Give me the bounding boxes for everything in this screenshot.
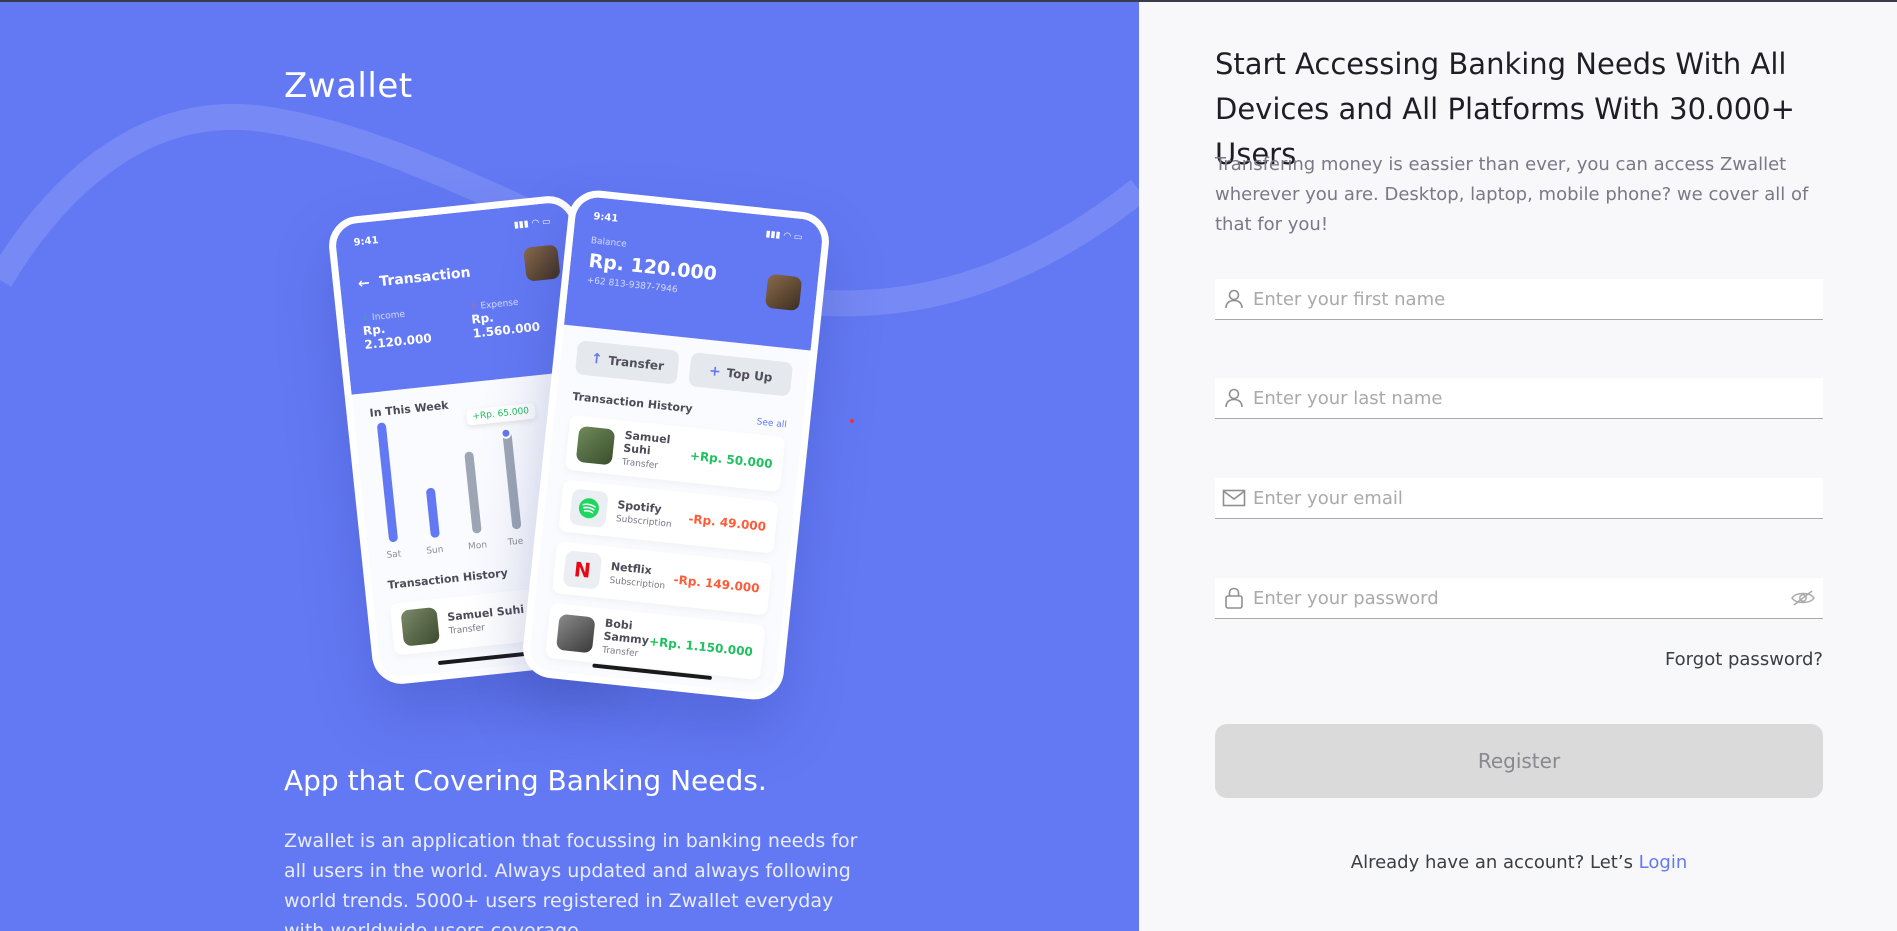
transaction-meta: Bobi Sammy Transfer — [602, 617, 652, 661]
list-item: Samuel Suhi Transfer +Rp. 50.000 — [564, 414, 786, 493]
transfer-label: Transfer — [607, 353, 665, 374]
chart-bar — [464, 451, 482, 534]
transaction-name: Bobi Sammy — [602, 616, 650, 648]
phone-title-text: Transaction — [378, 264, 472, 291]
topup-label: Top Up — [725, 365, 774, 385]
email-field — [1215, 478, 1823, 519]
income-block: ↓ Income Rp. 2.120.000 — [361, 305, 455, 352]
transaction-amount: +Rp. 1.150.000 — [648, 633, 754, 659]
avatar — [556, 613, 596, 653]
history-title: Transaction History — [571, 389, 694, 416]
transaction-meta: Spotify Subscription — [615, 498, 689, 531]
login-prompt: Already have an account? Let’s Login — [1215, 852, 1823, 873]
signal-icon: ▮▮▮ ◠ ▭ — [513, 216, 552, 231]
register-description: Transfering money is eassier than ever, … — [1215, 154, 1809, 235]
list-item: Spotify Subscription -Rp. 49.000 — [558, 479, 779, 554]
transaction-amount: +Rp. 50.000 — [689, 448, 774, 471]
first-name-field — [1215, 279, 1823, 320]
transaction-name: Samuel Suhi — [622, 428, 672, 458]
spotify-icon — [569, 488, 609, 529]
chart-bar — [502, 431, 522, 530]
transaction-meta: Samuel Suhi Transfer — [621, 429, 692, 475]
phone-header: 9:41 ▮▮▮ ◠ ▭ Balance Rp. 120.000 +62 813… — [563, 195, 825, 351]
register-button[interactable]: Register — [1215, 724, 1823, 798]
chart-day-label: Mon — [467, 540, 488, 553]
action-buttons: ↑ Transfer + Top Up — [574, 340, 794, 397]
phone-header: 9:41 ▮▮▮ ◠ ▭ ← Transaction ↓ Income Rp. … — [333, 200, 587, 395]
transaction-amount: -Rp. 149.000 — [672, 572, 761, 596]
top-border — [0, 0, 1897, 2]
lock-icon — [1215, 586, 1253, 610]
brand-logo: Zwallet — [284, 66, 413, 106]
login-prompt-text: Already have an account? Let’s — [1350, 852, 1639, 873]
list-item: Bobi Sammy Transfer +Rp. 1.150.000 — [545, 602, 766, 681]
list-item: N Netflix Subscription -Rp. 149.000 — [551, 541, 773, 616]
avatar — [523, 244, 561, 282]
netflix-icon: N — [562, 550, 603, 590]
register-panel: Start Accessing Banking Needs With All D… — [1139, 0, 1897, 931]
avatar — [575, 425, 616, 465]
phone-mockup-home: 9:41 ▮▮▮ ◠ ▭ Balance Rp. 120.000 +62 813… — [520, 187, 832, 703]
last-name-input[interactable] — [1253, 378, 1823, 418]
email-input[interactable] — [1253, 478, 1823, 518]
transaction-type: Transfer — [601, 645, 639, 660]
chart-day-label: Sun — [425, 544, 444, 557]
arrow-up-icon: ↑ — [589, 350, 604, 368]
password-input[interactable] — [1253, 578, 1783, 618]
hero-description: Zwallet is an application that focussing… — [284, 830, 858, 931]
see-all-link: See all — [756, 417, 788, 431]
phone-body: ↑ Transfer + Top Up Transaction History See… — [527, 325, 811, 703]
mail-icon — [1215, 488, 1253, 508]
eye-off-icon[interactable] — [1783, 589, 1823, 607]
income-expense: ↓ Income Rp. 2.120.000 ↑ Expense Rp. 1.5… — [361, 293, 564, 352]
transfer-button: ↑ Transfer — [574, 340, 680, 385]
transaction-amount: -Rp. 49.000 — [687, 511, 767, 534]
transaction-meta: Netflix Subscription — [609, 560, 675, 593]
password-field — [1215, 578, 1823, 619]
plus-icon: + — [708, 363, 722, 381]
chart-bar — [376, 422, 399, 543]
person-icon — [1215, 387, 1253, 409]
cursor-marker — [850, 419, 854, 423]
topup-button: + Top Up — [688, 352, 794, 397]
forgot-password-link[interactable]: Forgot password? — [1665, 649, 1823, 670]
expense-block: ↑ Expense Rp. 1.560.000 — [470, 293, 564, 341]
last-name-field — [1215, 378, 1823, 419]
chart-day-label: Sat — [386, 549, 402, 561]
signal-icon: ▮▮▮ ◠ ▭ — [765, 229, 803, 244]
first-name-input[interactable] — [1253, 279, 1823, 319]
chart-day-label: Tue — [507, 536, 524, 549]
hero-panel: Zwallet 9:41 ▮▮▮ ◠ ▭ ← Transaction ↓ Inc… — [0, 0, 1139, 931]
back-arrow-icon: ← — [357, 274, 381, 293]
chart-bar — [425, 487, 440, 539]
hero-title: App that Covering Banking Needs. — [284, 764, 767, 797]
person-icon — [1215, 288, 1253, 310]
login-link[interactable]: Login — [1639, 852, 1688, 873]
avatar — [400, 606, 441, 647]
